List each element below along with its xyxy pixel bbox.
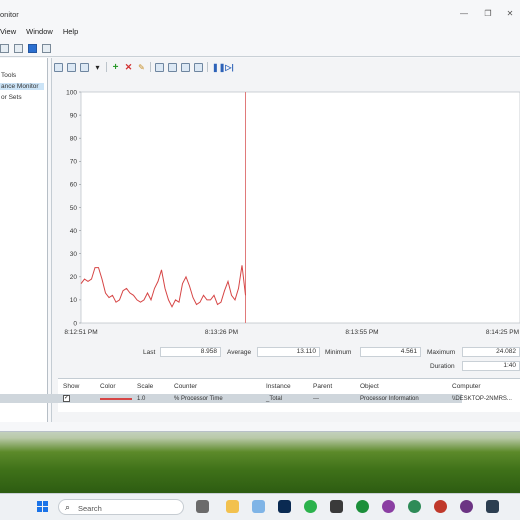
y-tick-label: 50 — [70, 205, 78, 212]
y-tick-label: 80 — [70, 136, 78, 143]
y-tick-label: 0 — [73, 320, 77, 327]
last-value: 8.958 — [160, 347, 221, 357]
column-instance[interactable]: Instance — [266, 383, 291, 390]
maximum-label: Maximum — [427, 349, 456, 356]
app-icon-2[interactable] — [330, 500, 343, 513]
search-placeholder: Search — [78, 504, 102, 513]
task-view-icon[interactable] — [196, 500, 209, 513]
counter-name: % Processor Time — [174, 396, 223, 402]
average-value: 13.110 — [257, 347, 320, 357]
show-checkbox[interactable]: ✓ — [63, 395, 70, 402]
minimum-value: 4.561 — [360, 347, 421, 357]
start-icon[interactable] — [37, 501, 49, 513]
performance-monitor-window: onitor — ❐ ✕ View Window Help Tools ance… — [0, 0, 520, 432]
column-parent[interactable]: Parent — [313, 383, 332, 390]
chrome-icon-2[interactable] — [408, 500, 421, 513]
column-object[interactable]: Object — [360, 383, 379, 390]
plot-area — [80, 91, 520, 324]
counter-color-swatch — [100, 398, 132, 400]
y-tick-label: 60 — [70, 182, 78, 189]
counter-object: Processor Information — [360, 396, 419, 402]
app-icon-4[interactable] — [486, 500, 499, 513]
taskbar: ⌕ Search — [0, 493, 520, 520]
column-counter[interactable]: Counter — [174, 383, 197, 390]
y-tick-label: 30 — [70, 251, 78, 258]
y-tick-label: 90 — [70, 112, 78, 119]
y-tick-label: 40 — [70, 228, 78, 235]
duration-label: Duration — [430, 363, 455, 370]
x-tick-label: 8:14:25 PM — [486, 329, 519, 336]
x-tick-label: 8:12:51 PM — [64, 329, 97, 336]
column-color[interactable]: Color — [100, 383, 116, 390]
whatsapp-icon[interactable] — [304, 500, 317, 513]
search-icon: ⌕ — [65, 502, 71, 512]
counter-computer: \\DESKTOP-2NMRS... — [452, 396, 512, 402]
photoshop-icon[interactable] — [278, 500, 291, 513]
file-explorer-icon[interactable] — [226, 500, 239, 513]
counter-scale: 1.0 — [137, 396, 146, 402]
last-label: Last — [143, 349, 156, 356]
column-scale[interactable]: Scale — [137, 383, 153, 390]
column-show[interactable]: Show — [63, 383, 79, 390]
app-icon-3[interactable] — [356, 500, 369, 513]
maximum-value: 24.082 — [462, 347, 520, 357]
y-tick-label: 100 — [66, 89, 77, 96]
minimum-label: Minimum — [325, 349, 352, 356]
x-tick-label: 8:13:26 PM — [205, 329, 238, 336]
x-tick-label: 8:13:55 PM — [345, 329, 378, 336]
duration-value: 1:40 — [462, 361, 520, 371]
x-axis: 8:12:51 PM 8:13:26 PM 8:13:55 PM 8:14:25 PM — [64, 329, 519, 336]
y-tick-label: 20 — [70, 274, 78, 281]
chrome-icon-4[interactable] — [460, 500, 473, 513]
average-label: Average — [227, 349, 252, 356]
chrome-icon-3[interactable] — [434, 500, 447, 513]
y-tick-label: 10 — [70, 297, 78, 304]
y-axis: 1009080706050403020100 — [66, 89, 81, 327]
app-icon-1[interactable] — [252, 500, 265, 513]
column-computer[interactable]: Computer — [452, 383, 481, 390]
y-tick-label: 70 — [70, 159, 78, 166]
counter-parent: --- — [313, 396, 319, 402]
taskbar-search[interactable]: ⌕ Search — [58, 499, 184, 515]
counter-instance: _Total — [266, 396, 283, 402]
chrome-icon-1[interactable] — [382, 500, 395, 513]
